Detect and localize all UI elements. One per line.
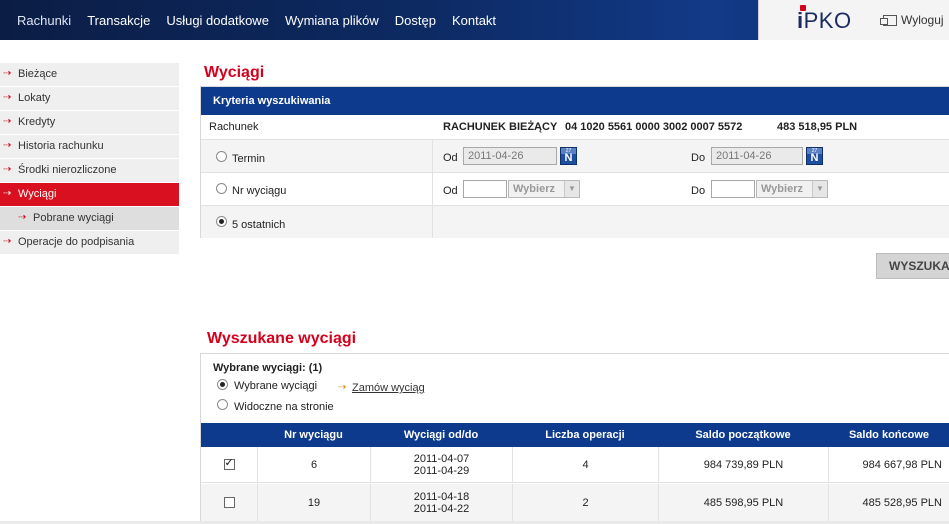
row-checkbox[interactable] (223, 497, 235, 508)
logout-button[interactable]: Wyloguj (880, 13, 944, 27)
statement-to-select[interactable]: Wybierz ▼ (756, 180, 828, 198)
calendar-to-icon[interactable]: 27 N (806, 147, 823, 165)
selected-count: Wybrane wyciągi: (1) (213, 362, 323, 374)
calendar-from-icon[interactable]: 27 N (560, 147, 577, 165)
results-title: Wyszukane wyciągi (207, 330, 357, 347)
number-to-label: Do (691, 185, 706, 197)
arrow-right-icon: ⇢ (338, 382, 347, 393)
arrow-right-icon: ⇢ (3, 140, 12, 151)
table-row[interactable]: 6 2011-04-07 2011-04-29 4 984 739,89 PLN… (201, 447, 949, 483)
chevron-down-icon: ▼ (812, 181, 827, 197)
date-to-input[interactable]: 2011-04-26 (711, 147, 803, 165)
sidebar-item-biezace[interactable]: ⇢ Bieżące (0, 63, 179, 87)
order-statement-link[interactable]: Zamów wyciąg (352, 382, 425, 394)
arrow-right-icon: ⇢ (3, 92, 12, 103)
search-criteria-panel: Kryteria wyszukiwania Rachunek RACHUNEK … (200, 86, 949, 238)
arrow-right-icon: ⇢ (18, 212, 27, 223)
main-nav: Rachunki Transakcje Usługi dodatkowe Wym… (8, 0, 512, 40)
logo-dot-icon (800, 5, 806, 11)
results-panel: Wybrane wyciągi: (1) Wybrane wyciągi ⇢ Z… (200, 353, 949, 524)
statement-from-input[interactable] (463, 180, 507, 198)
arrow-right-icon: ⇢ (3, 236, 12, 247)
date-from-input[interactable]: 2011-04-26 (463, 147, 557, 165)
top-navigation-bar: Rachunki Transakcje Usługi dodatkowe Wym… (0, 0, 949, 40)
last5-label: 5 ostatnich (232, 219, 286, 231)
visible-on-page-label: Widoczne na stronie (234, 401, 334, 413)
table-row[interactable]: 19 2011-04-18 2011-04-22 2 485 598,95 PL… (201, 484, 949, 522)
sidebar-item-wyciagi[interactable]: ⇢ Wyciągi (0, 183, 179, 207)
arrow-right-icon: ⇢ (3, 116, 12, 127)
col-operations[interactable]: Liczba operacji (512, 423, 658, 447)
account-balance: 483 518,95 PLN (777, 121, 858, 133)
row-closing-balance: 984 667,98 PLN (828, 447, 949, 482)
col-number[interactable]: Nr wyciągu (257, 423, 370, 447)
nav-dostep[interactable]: Dostęp (395, 13, 436, 28)
row-number: 6 (257, 447, 370, 482)
account-number: 04 1020 5561 0000 3002 0007 5572 (565, 121, 743, 133)
selected-statements-label: Wybrane wyciągi (234, 380, 318, 392)
sidebar-item-kredyty[interactable]: ⇢ Kredyty (0, 111, 179, 135)
table-header: Nr wyciągu Wyciągi od/do Liczba operacji… (201, 423, 949, 447)
statement-number-radio[interactable] (216, 183, 227, 194)
col-closing-balance[interactable]: Saldo końcowe (828, 423, 949, 447)
nav-transakcje[interactable]: Transakcje (87, 13, 150, 28)
arrow-right-icon: ⇢ (3, 188, 12, 199)
row-checkbox[interactable] (223, 457, 235, 470)
row-opening-balance: 984 739,89 PLN (658, 447, 828, 482)
row-closing-balance: 485 528,95 PLN (828, 484, 949, 521)
logout-icon (880, 14, 897, 26)
col-opening-balance[interactable]: Saldo początkowe (658, 423, 828, 447)
sidebar-item-pobrane-wyciagi[interactable]: ⇢ Pobrane wyciągi (0, 207, 179, 231)
criteria-header: Kryteria wyszukiwania (201, 87, 949, 115)
sidebar-item-srodki-nierozliczone[interactable]: ⇢ Środki nierozliczone (0, 159, 179, 183)
ipko-logo: iPKO (797, 5, 852, 34)
row-number: 19 (257, 484, 370, 521)
nav-kontakt[interactable]: Kontakt (452, 13, 496, 28)
sidebar-item-lokaty[interactable]: ⇢ Lokaty (0, 87, 179, 111)
arrow-right-icon: ⇢ (3, 68, 12, 79)
statement-number-label: Nr wyciągu (232, 185, 287, 197)
nav-wymiana-plikow[interactable]: Wymiana plików (285, 13, 379, 28)
term-label: Termin (232, 153, 266, 165)
account-name: RACHUNEK BIEŻĄCY (443, 121, 558, 133)
account-label: Rachunek (209, 121, 259, 133)
arrow-right-icon: ⇢ (3, 164, 12, 175)
brand-area: iPKO Wyloguj (758, 0, 949, 40)
page-title: Wyciągi (204, 64, 265, 81)
number-from-label: Od (443, 185, 458, 197)
sidebar-item-operacje-do-podpisania[interactable]: ⇢ Operacje do podpisania (0, 231, 179, 255)
last5-radio[interactable] (216, 216, 227, 227)
row-operations: 4 (512, 447, 658, 482)
row-operations: 2 (512, 484, 658, 521)
row-opening-balance: 485 598,95 PLN (658, 484, 828, 521)
term-row: Termin Od 2011-04-26 27 N Do 2011-04-26 … (201, 139, 949, 172)
col-select (201, 423, 257, 447)
logout-label: Wyloguj (901, 13, 944, 27)
last5-row: 5 ostatnich (201, 205, 949, 238)
account-row: Rachunek RACHUNEK BIEŻĄCY 04 1020 5561 0… (201, 115, 949, 139)
search-button[interactable]: WYSZUKAJ (876, 253, 949, 279)
row-dates: 2011-04-18 2011-04-22 (370, 484, 512, 521)
sidebar-item-historia-rachunku[interactable]: ⇢ Historia rachunku (0, 135, 179, 159)
statement-to-input[interactable] (711, 180, 755, 198)
sidebar: ⇢ Bieżące ⇢ Lokaty ⇢ Kredyty ⇢ Historia rach… (0, 63, 179, 255)
selected-statements-radio[interactable] (217, 379, 228, 390)
chevron-down-icon: ▼ (564, 181, 579, 197)
row-dates: 2011-04-07 2011-04-29 (370, 447, 512, 482)
statement-number-row: Nr wyciągu Od Wybierz ▼ Do Wybierz ▼ (201, 172, 949, 205)
term-radio[interactable] (216, 151, 227, 162)
date-from-label: Od (443, 152, 458, 164)
date-to-label: Do (691, 152, 706, 164)
visible-on-page-radio[interactable] (217, 399, 228, 410)
nav-uslugi-dodatkowe[interactable]: Usługi dodatkowe (166, 13, 269, 28)
statement-from-select[interactable]: Wybierz ▼ (508, 180, 580, 198)
col-dates[interactable]: Wyciągi od/do (370, 423, 512, 447)
nav-rachunki[interactable]: Rachunki (17, 13, 71, 28)
